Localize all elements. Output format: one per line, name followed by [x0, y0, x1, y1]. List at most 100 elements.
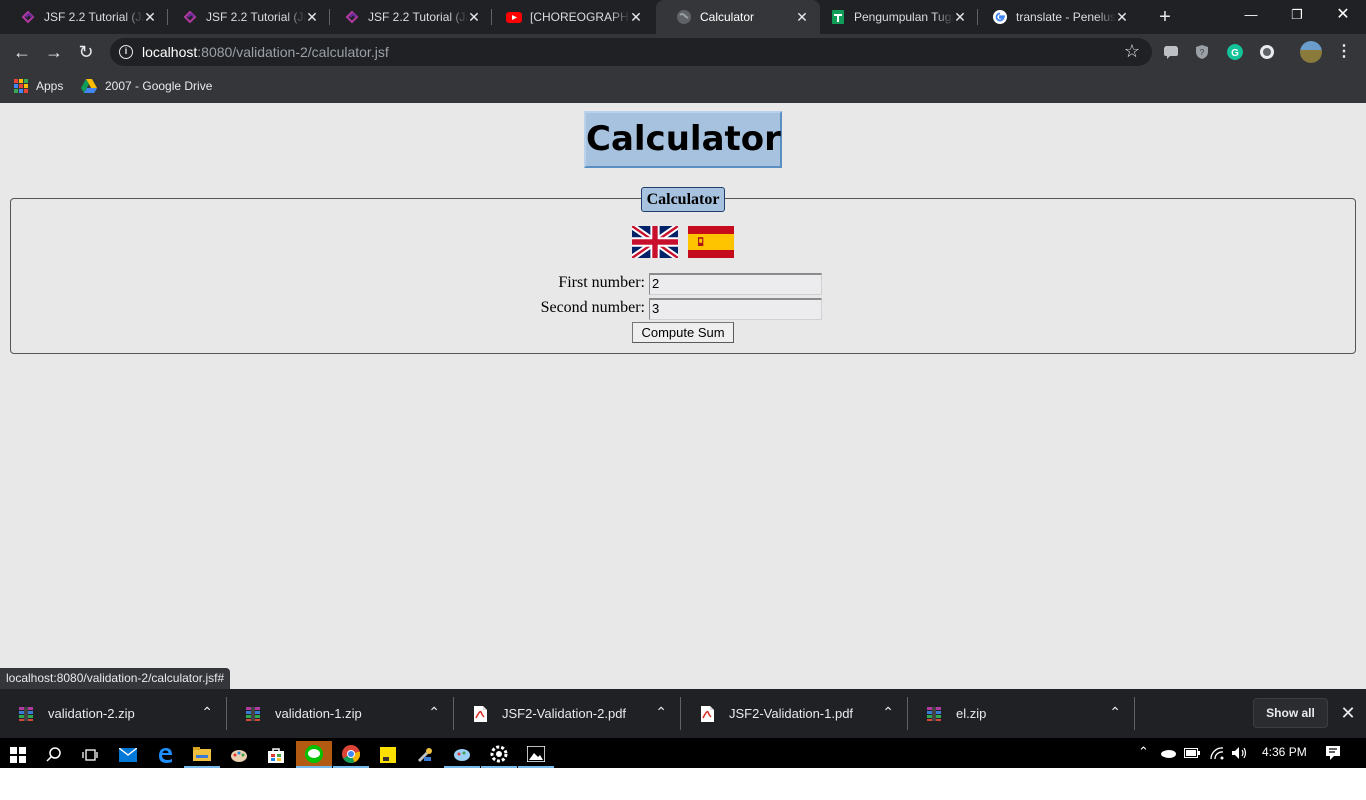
url-text[interactable]: localhost:8080/validation-2/calculator.j… [142, 44, 389, 60]
close-window-icon[interactable]: ✕ [1320, 0, 1366, 30]
download-item[interactable]: validation-2.zip ⌃ [0, 689, 227, 738]
zip-icon [927, 707, 941, 721]
chevron-up-icon[interactable]: ⌃ [1109, 704, 1121, 721]
photos-icon[interactable] [518, 741, 554, 768]
bookmark-google-drive[interactable]: 2007 - Google Drive [81, 76, 212, 96]
profile-avatar[interactable] [1300, 41, 1322, 63]
first-number-label: First number: [558, 274, 645, 291]
line-app-icon[interactable] [296, 741, 332, 768]
volume-icon[interactable] [1231, 746, 1249, 760]
sticky-notes-icon[interactable] [370, 741, 406, 768]
close-tab-icon[interactable]: ✕ [304, 9, 320, 25]
globe-icon [677, 10, 691, 24]
download-item[interactable]: JSF2-Validation-1.pdf ⌃ [681, 689, 908, 738]
compute-sum-button[interactable]: Compute Sum [632, 322, 734, 343]
apps-grid-icon [14, 79, 28, 93]
tab-youtube[interactable]: [CHOREOGRAPHY VIDEO] ✕ [486, 0, 654, 34]
paint-3d-icon[interactable] [444, 741, 480, 768]
tab-calculator[interactable]: Calculator ✕ [656, 0, 820, 34]
chevron-up-icon[interactable]: ⌃ [882, 704, 894, 721]
chevron-up-icon[interactable]: ⌃ [428, 704, 440, 721]
jsf-icon [345, 10, 359, 24]
close-tab-icon[interactable]: ✕ [1114, 9, 1130, 25]
chevron-up-icon[interactable]: ⌃ [201, 704, 213, 721]
paint-icon[interactable] [221, 741, 257, 768]
second-number-label: Second number: [540, 299, 645, 316]
minimize-icon[interactable]: — [1228, 0, 1274, 30]
chevron-up-icon[interactable]: ⌃ [655, 704, 667, 721]
tab-title: JSF 2.2 Tutorial (Java Server Faces) [206, 10, 306, 24]
downloads-shelf: validation-2.zip ⌃ validation-1.zip ⌃ JS… [0, 689, 1366, 738]
settings-gear-icon[interactable] [481, 741, 517, 768]
file-explorer-icon[interactable] [184, 741, 220, 768]
close-tab-icon[interactable]: ✕ [142, 9, 158, 25]
wifi-icon[interactable] [1209, 746, 1225, 760]
fieldset-legend: Calculator [641, 187, 725, 212]
pdf-icon [701, 706, 714, 722]
back-icon[interactable]: ← [10, 40, 34, 64]
grammarly-icon[interactable]: G [1227, 44, 1243, 60]
tab-title: translate - Penelusuran Google [1016, 10, 1116, 24]
url-host: localhost [142, 44, 198, 60]
download-item[interactable]: validation-1.zip ⌃ [227, 689, 454, 738]
restore-icon[interactable]: ❐ [1274, 0, 1320, 30]
reload-icon[interactable]: ↻ [74, 40, 98, 64]
tab-jsf-3[interactable]: JSF 2.2 Tutorial (Java Server Faces) ✕ [324, 0, 492, 34]
tab-title: JSF 2.2 Tutorial (Java Server Faces) [368, 10, 468, 24]
tab-title: JSF 2.2 Tutorial (Java Server Faces) [44, 10, 144, 24]
clock[interactable]: 4:36 PM [1262, 745, 1307, 759]
tab-title: Calculator [700, 10, 755, 24]
windows-start-icon[interactable] [0, 741, 36, 768]
store-icon[interactable] [258, 741, 294, 768]
tab-title: [CHOREOGRAPHY VIDEO] [530, 10, 630, 24]
tab-sheets[interactable]: Pengumpulan Tugas ✕ [810, 0, 978, 34]
close-tab-icon[interactable]: ✕ [628, 9, 644, 25]
onedrive-icon[interactable] [1160, 748, 1176, 758]
download-item[interactable]: JSF2-Validation-2.pdf ⌃ [454, 689, 681, 738]
task-view-icon[interactable] [72, 741, 108, 768]
search-icon[interactable] [36, 741, 72, 768]
action-center-icon[interactable] [1325, 745, 1341, 761]
close-tab-icon[interactable]: ✕ [466, 9, 482, 25]
bookmark-apps[interactable]: Apps [14, 76, 63, 96]
tab-jsf-1[interactable]: JSF 2.2 Tutorial (Java Server Faces) ✕ [0, 0, 168, 34]
zip-icon [246, 707, 260, 721]
divider [1134, 697, 1135, 730]
extension-circle-icon[interactable] [1259, 44, 1275, 60]
first-number-input[interactable]: 2 [649, 273, 822, 295]
bookmarks-bar: Apps 2007 - Google Drive [0, 70, 1366, 103]
mail-icon[interactable] [110, 741, 146, 768]
close-shelf-icon[interactable]: ✕ [1338, 701, 1358, 725]
chrome-icon[interactable] [333, 741, 369, 768]
show-all-button[interactable]: Show all [1253, 698, 1328, 728]
download-name: el.zip [956, 706, 987, 721]
google-drive-icon [81, 79, 97, 93]
youtube-icon [506, 12, 522, 23]
extension-chat-icon[interactable] [1163, 44, 1179, 60]
second-number-input[interactable]: 3 [649, 298, 822, 320]
extension-shield-icon[interactable]: ? [1194, 44, 1210, 60]
app-tools-icon[interactable] [407, 741, 443, 768]
download-item[interactable]: el.zip ⌃ [908, 689, 1135, 738]
address-bar[interactable]: i localhost:8080/validation-2/calculator… [110, 38, 1152, 66]
url-path: :8080/validation-2/calculator.jsf [197, 44, 389, 60]
forward-icon[interactable]: → [42, 40, 66, 64]
bookmark-star-icon[interactable]: ☆ [1124, 41, 1140, 62]
close-tab-icon[interactable]: ✕ [794, 9, 810, 25]
tab-google[interactable]: translate - Penelusuran Google ✕ [972, 0, 1140, 34]
new-tab-icon[interactable]: + [1154, 6, 1176, 28]
uk-flag-icon[interactable] [630, 223, 680, 261]
zip-icon [19, 707, 33, 721]
edge-icon[interactable] [147, 741, 183, 768]
close-tab-icon[interactable]: ✕ [952, 9, 968, 25]
show-hidden-icons-icon[interactable]: ⌃ [1138, 744, 1149, 760]
status-bar-url: localhost:8080/validation-2/calculator.j… [0, 668, 231, 689]
sheets-icon [832, 10, 844, 24]
more-menu-icon[interactable]: ⋮ [1336, 42, 1352, 62]
info-icon[interactable]: i [119, 45, 133, 59]
tab-jsf-2[interactable]: JSF 2.2 Tutorial (Java Server Faces) ✕ [162, 0, 330, 34]
spain-flag-icon[interactable] [688, 226, 734, 258]
battery-icon[interactable] [1184, 748, 1200, 758]
google-icon [993, 10, 1007, 24]
bookmark-label: Apps [36, 79, 64, 93]
